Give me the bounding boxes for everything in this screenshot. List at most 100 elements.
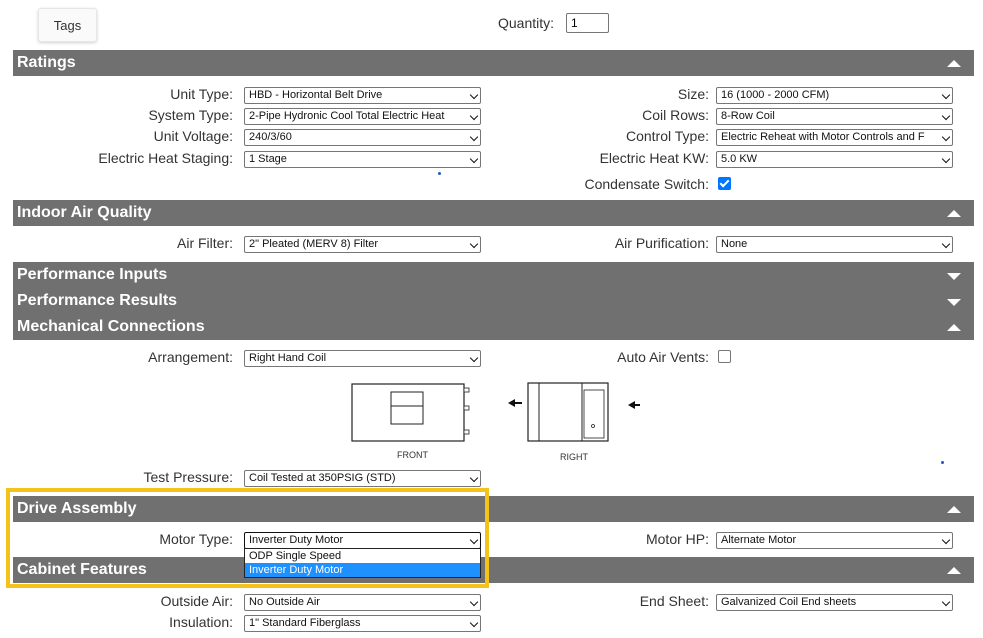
motor-hp-label: Motor HP: — [645, 531, 709, 547]
electric-heat-kw-value: 5.0 KW — [721, 153, 758, 165]
arrangement-select[interactable]: Right Hand Coil — [244, 350, 481, 367]
end-sheet-select[interactable]: Galvanized Coil End sheets — [716, 594, 953, 611]
section-header-cabinet-features[interactable]: Cabinet Features — [13, 557, 974, 583]
air-filter-label: Air Filter: — [177, 235, 233, 251]
section-header-performance-inputs[interactable]: Performance Inputs — [13, 262, 974, 288]
collapse-icon — [947, 60, 961, 67]
section-header-ratings[interactable]: Ratings — [13, 50, 974, 76]
chevron-down-icon — [941, 154, 951, 164]
coil-rows-select[interactable]: 8-Row Coil — [716, 108, 953, 125]
unit-voltage-label: Unit Voltage: — [153, 128, 233, 144]
electric-heat-staging-select[interactable]: 1 Stage — [244, 151, 481, 168]
chevron-down-icon — [469, 535, 479, 545]
chevron-down-icon — [941, 111, 951, 121]
test-pressure-select[interactable]: Coil Tested at 350PSIG (STD) — [244, 470, 481, 487]
expand-icon — [947, 299, 961, 306]
expand-icon — [947, 273, 961, 280]
chevron-down-icon — [941, 597, 951, 607]
arrangement-label: Arrangement: — [148, 349, 233, 365]
outside-air-value: No Outside Air — [249, 596, 320, 608]
insulation-label: Insulation: — [169, 614, 233, 630]
unit-diagram — [351, 382, 640, 442]
section-title: Performance Results — [17, 292, 178, 309]
right-caption: RIGHT — [560, 452, 588, 462]
test-pressure-label: Test Pressure: — [143, 469, 233, 485]
arrangement-value: Right Hand Coil — [249, 352, 327, 364]
section-title: Indoor Air Quality — [17, 204, 152, 221]
quantity-label: Quantity: — [498, 15, 555, 31]
electric-heat-kw-label: Electric Heat KW: — [599, 150, 709, 166]
motor-hp-value: Alternate Motor — [721, 534, 797, 546]
auto-air-vents-checkbox[interactable] — [718, 350, 731, 363]
unit-type-value: HBD - Horizontal Belt Drive — [249, 89, 383, 101]
size-label: Size: — [677, 86, 709, 102]
front-caption: FRONT — [397, 450, 428, 460]
system-type-value: 2-Pipe Hydronic Cool Total Electric Heat — [249, 110, 445, 122]
option-odp-single-speed[interactable]: ODP Single Speed — [245, 549, 480, 563]
motor-type-select[interactable]: Inverter Duty Motor — [244, 532, 481, 549]
section-title: Performance Inputs — [17, 266, 168, 283]
coil-rows-label: Coil Rows: — [642, 107, 709, 123]
unit-voltage-value: 240/3/60 — [249, 131, 292, 143]
air-filter-select[interactable]: 2" Pleated (MERV 8) Filter — [244, 236, 481, 253]
chevron-down-icon — [469, 618, 479, 628]
control-type-select[interactable]: Electric Reheat with Motor Controls and … — [716, 129, 953, 146]
chevron-down-icon — [469, 111, 479, 121]
electric-heat-staging-value: 1 Stage — [249, 153, 287, 165]
auto-air-vents-label: Auto Air Vents: — [617, 349, 709, 365]
motor-hp-select[interactable]: Alternate Motor — [716, 532, 953, 549]
dot-marker — [438, 172, 441, 175]
option-inverter-duty-motor[interactable]: Inverter Duty Motor — [245, 563, 480, 577]
motor-type-dropdown-list: ODP Single Speed Inverter Duty Motor — [244, 548, 481, 578]
electric-heat-kw-select[interactable]: 5.0 KW — [716, 151, 953, 168]
size-value: 16 (1000 - 2000 CFM) — [721, 89, 830, 101]
size-select[interactable]: 16 (1000 - 2000 CFM) — [716, 87, 953, 104]
chevron-down-icon — [469, 473, 479, 483]
system-type-label: System Type: — [148, 107, 233, 123]
motor-type-value: Inverter Duty Motor — [249, 534, 344, 546]
chevron-down-icon — [941, 132, 951, 142]
tags-button[interactable]: Tags — [38, 8, 97, 42]
chevron-down-icon — [941, 239, 951, 249]
chevron-down-icon — [469, 132, 479, 142]
outside-air-label: Outside Air: — [160, 593, 233, 609]
chevron-down-icon — [469, 90, 479, 100]
outside-air-select[interactable]: No Outside Air — [244, 594, 481, 611]
chevron-down-icon — [469, 239, 479, 249]
chevron-down-icon — [469, 597, 479, 607]
collapse-icon — [947, 567, 961, 574]
air-purification-label: Air Purification: — [614, 235, 709, 251]
motor-type-label: Motor Type: — [159, 531, 233, 547]
control-type-label: Control Type: — [625, 128, 709, 144]
right-view-diagram — [508, 382, 640, 442]
section-header-indoor-air-quality[interactable]: Indoor Air Quality — [13, 200, 974, 226]
coil-rows-value: 8-Row Coil — [721, 110, 775, 122]
insulation-select[interactable]: 1" Standard Fiberglass — [244, 615, 481, 632]
end-sheet-value: Galvanized Coil End sheets — [721, 596, 857, 608]
collapse-icon — [947, 506, 961, 513]
air-purification-select[interactable]: None — [716, 236, 953, 253]
section-header-mechanical-connections[interactable]: Mechanical Connections — [13, 314, 974, 340]
front-view-diagram — [351, 383, 470, 442]
test-pressure-value: Coil Tested at 350PSIG (STD) — [249, 472, 396, 484]
collapse-icon — [947, 210, 961, 217]
air-filter-value: 2" Pleated (MERV 8) Filter — [249, 238, 379, 250]
section-title: Mechanical Connections — [17, 318, 205, 335]
unit-voltage-select[interactable]: 240/3/60 — [244, 129, 481, 146]
condensate-switch-checkbox[interactable] — [718, 177, 731, 190]
section-header-performance-results[interactable]: Performance Results — [13, 288, 974, 314]
quantity-input[interactable] — [566, 13, 609, 33]
insulation-value: 1" Standard Fiberglass — [249, 617, 361, 629]
unit-type-label: Unit Type: — [170, 86, 233, 102]
top-toolbar: Tags Quantity: — [0, 0, 983, 48]
electric-heat-staging-label: Electric Heat Staging: — [98, 150, 233, 166]
unit-type-select[interactable]: HBD - Horizontal Belt Drive — [244, 87, 481, 104]
section-title: Cabinet Features — [17, 561, 147, 578]
section-header-drive-assembly[interactable]: Drive Assembly — [13, 496, 974, 522]
chevron-down-icon — [941, 90, 951, 100]
system-type-select[interactable]: 2-Pipe Hydronic Cool Total Electric Heat — [244, 108, 481, 125]
chevron-down-icon — [469, 353, 479, 363]
chevron-down-icon — [469, 154, 479, 164]
chevron-down-icon — [941, 535, 951, 545]
section-title: Ratings — [17, 54, 76, 71]
